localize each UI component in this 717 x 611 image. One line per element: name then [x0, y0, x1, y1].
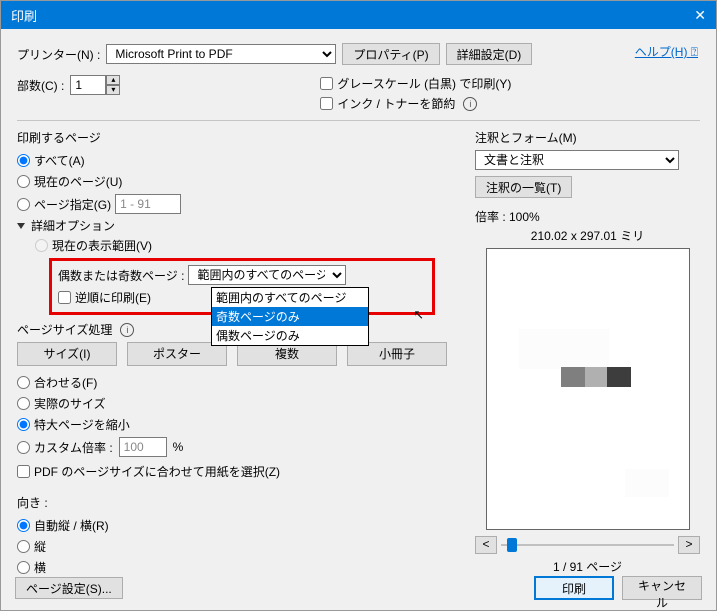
printer-label: プリンター(N) : [17, 46, 100, 63]
dimensions-label: 210.02 x 297.01 ミリ [475, 227, 700, 244]
dropdown-option-all[interactable]: 範囲内のすべてのページ [212, 288, 368, 307]
advanced-button[interactable]: 詳細設定(D) [446, 43, 533, 65]
copies-input[interactable] [70, 75, 106, 95]
printer-select[interactable]: Microsoft Print to PDF [106, 44, 336, 64]
cancel-button[interactable]: キャンセル [622, 576, 702, 600]
separator [17, 120, 700, 121]
odd-even-dropdown-list: 範囲内のすべてのページ 奇数ページのみ 偶数ページのみ [211, 287, 369, 346]
range-all-radio[interactable]: すべて(A) [17, 150, 461, 171]
orient-portrait-radio[interactable]: 縦 [17, 536, 461, 557]
size-tab-button[interactable]: サイズ(I) [17, 342, 117, 366]
dropdown-option-odd[interactable]: 奇数ページのみ [212, 307, 368, 326]
chevron-down-icon [17, 223, 25, 229]
slider-thumb[interactable] [507, 538, 517, 552]
custom-scale-radio[interactable]: カスタム倍率 : [17, 439, 113, 456]
info-icon[interactable]: i [463, 97, 477, 111]
savetoner-checkbox[interactable]: インク / トナーを節約 i [320, 95, 511, 112]
odd-even-select[interactable]: 範囲内のすべてのページ [188, 265, 346, 285]
dropdown-option-even[interactable]: 偶数ページのみ [212, 326, 368, 345]
range-currentview-radio[interactable]: 現在の表示範囲(V) [17, 235, 461, 256]
page-slider[interactable] [501, 536, 674, 554]
copies-down-button[interactable]: ▾ [106, 85, 120, 95]
prev-page-button[interactable]: < [475, 536, 497, 554]
fit-radio[interactable]: 合わせる(F) [17, 372, 461, 393]
window-title: 印刷 [11, 6, 37, 25]
annotations-select[interactable]: 文書と注釈 [475, 150, 679, 170]
copies-up-button[interactable]: ▴ [106, 75, 120, 85]
orient-landscape-radio[interactable]: 横 [17, 557, 461, 578]
close-icon[interactable]: ✕ [694, 7, 706, 24]
custom-scale-input[interactable] [119, 437, 167, 457]
pages-input[interactable] [115, 194, 181, 214]
odd-even-label: 偶数または奇数ページ : [58, 267, 184, 284]
highlight-box: 偶数または奇数ページ : 範囲内のすべてのページ 逆順に印刷(E) 範囲内のすべ… [49, 258, 435, 315]
zoom-label: 倍率 : 100% [475, 208, 700, 225]
titlebar: 印刷 ✕ [1, 1, 716, 29]
more-options-toggle[interactable]: 詳細オプション [17, 216, 461, 235]
help-link[interactable]: ヘルプ(H) ⍰ [635, 43, 698, 60]
page-preview [486, 248, 690, 530]
page-setup-button[interactable]: ページ設定(S)... [15, 577, 123, 599]
sizing-title: ページサイズ処理 [17, 321, 112, 338]
annotations-title: 注釈とフォーム(M) [475, 129, 700, 146]
print-button[interactable]: 印刷 [534, 576, 614, 600]
properties-button[interactable]: プロパティ(P) [342, 43, 439, 65]
next-page-button[interactable]: > [678, 536, 700, 554]
grayscale-checkbox[interactable]: グレースケール (白黒) で印刷(Y) [320, 75, 511, 92]
copies-label: 部数(C) : [17, 77, 64, 94]
range-pages-radio[interactable]: ページ指定(G) [17, 196, 111, 213]
percent-label: % [173, 440, 184, 454]
actual-radio[interactable]: 実際のサイズ [17, 393, 461, 414]
range-current-radio[interactable]: 現在のページ(U) [17, 171, 461, 192]
page-counter: 1 / 91 ページ [475, 558, 700, 575]
orientation-title: 向き : [17, 494, 461, 511]
shrink-radio[interactable]: 特大ページを縮小 [17, 414, 461, 435]
orient-auto-radio[interactable]: 自動縦 / 横(R) [17, 515, 461, 536]
choose-paper-checkbox[interactable]: PDF のページサイズに合わせて用紙を選択(Z) [17, 463, 461, 480]
help-icon: ⍰ [691, 45, 698, 59]
page-range-title: 印刷するページ [17, 129, 461, 146]
annotations-list-button[interactable]: 注釈の一覧(T) [475, 176, 572, 198]
info-icon[interactable]: i [120, 323, 134, 337]
